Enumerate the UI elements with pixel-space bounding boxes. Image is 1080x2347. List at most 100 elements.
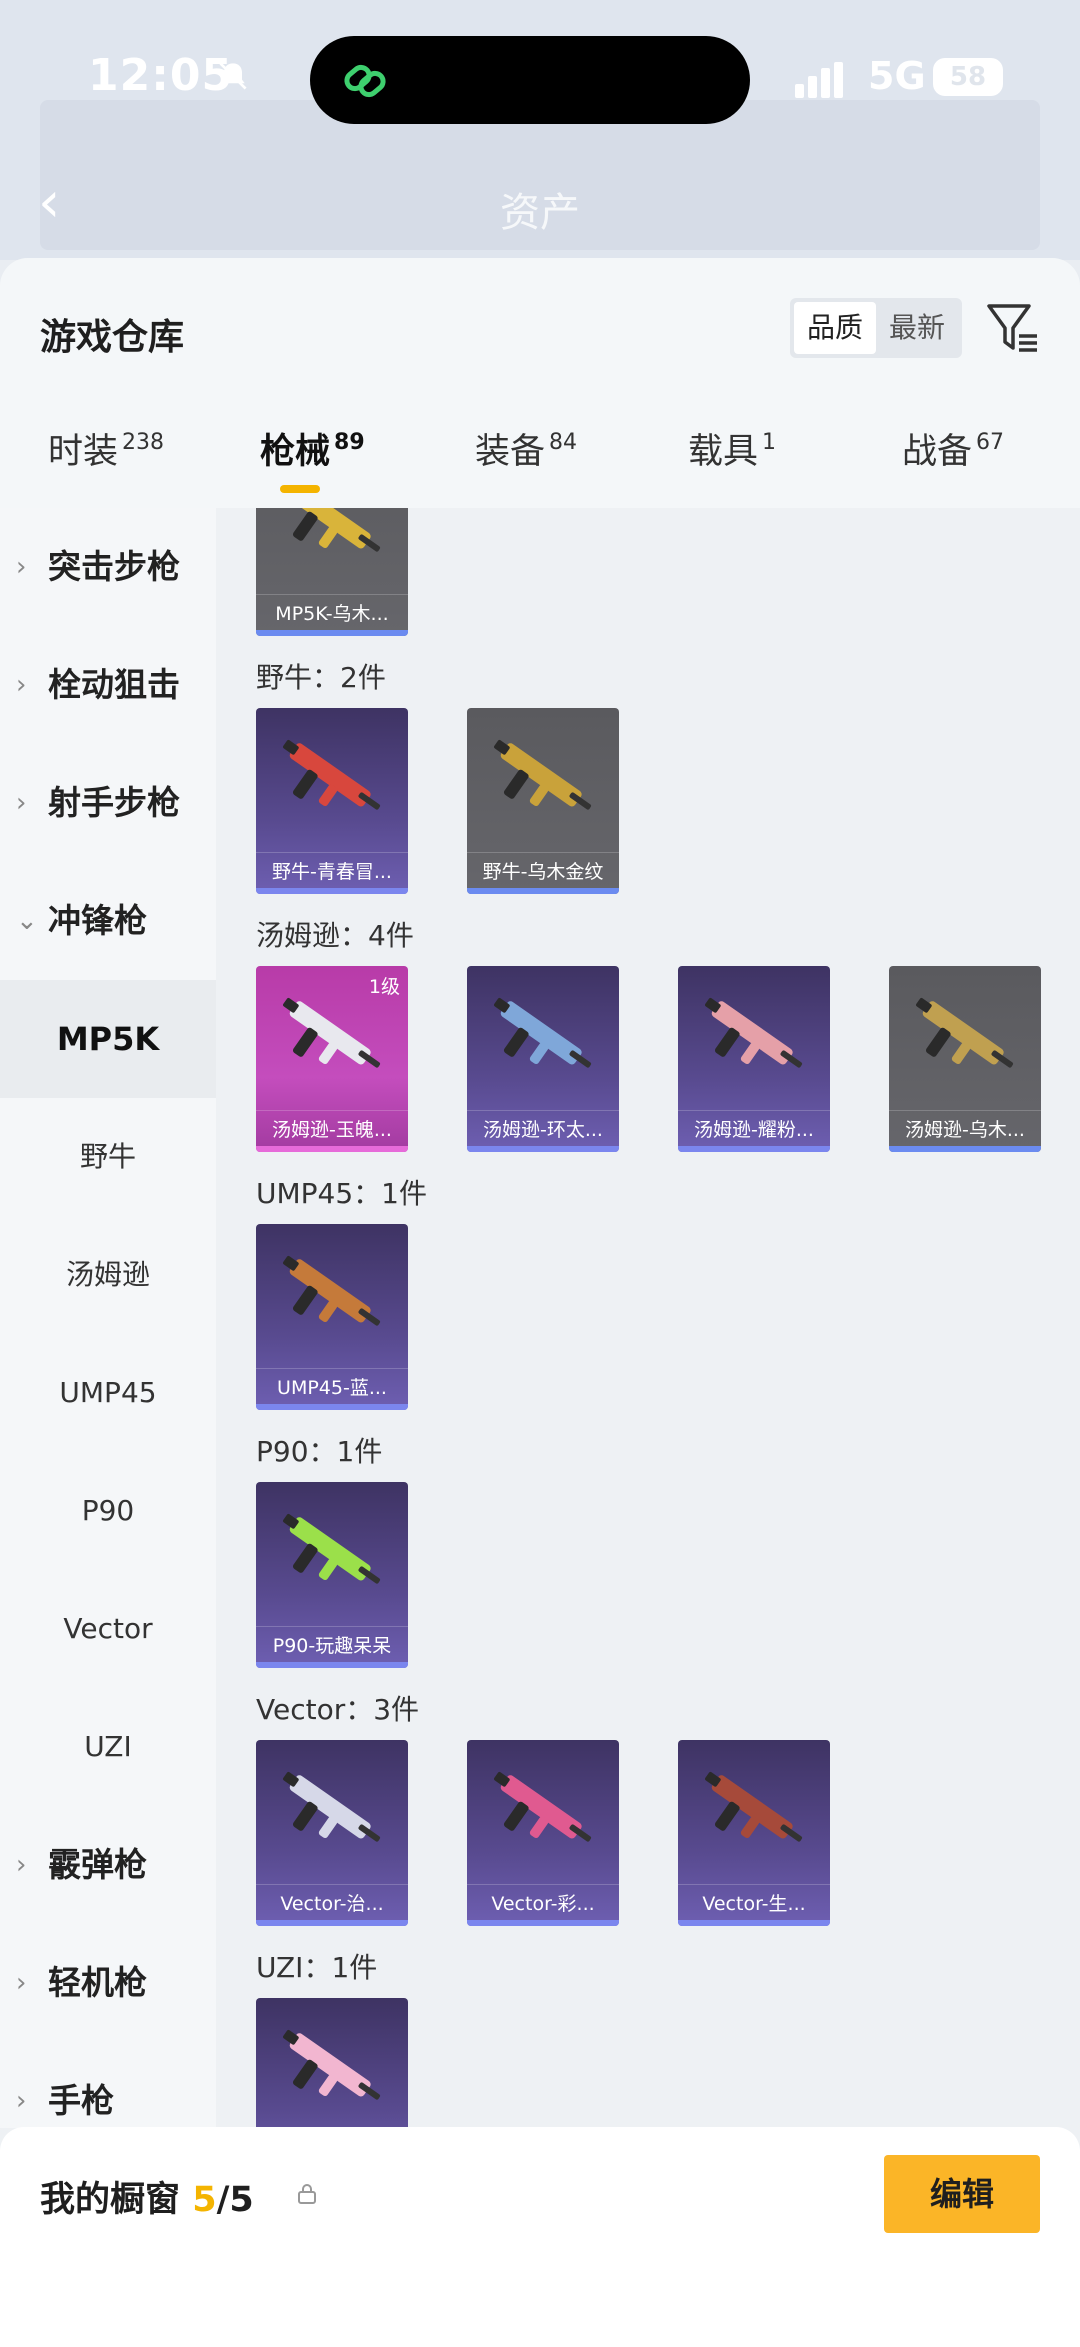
weapon-name: 汤姆逊-玉魄... — [256, 1110, 408, 1142]
page-title: 游戏仓库 — [40, 317, 185, 358]
group-title: Vector：3件 — [256, 1693, 420, 1726]
group-title: 野牛：2件 — [256, 661, 386, 694]
weapon-type-nav: › 突击步枪 › 栓动狙击 › 射手步枪 ⌄ 冲锋枪 MP5K 野牛 汤姆逊 UMP45… — [0, 508, 216, 2128]
chevron-right-icon: › — [16, 670, 27, 700]
nav-sub-vector[interactable]: Vector — [0, 1570, 216, 1688]
weapon-name: 汤姆逊-乌木... — [889, 1110, 1041, 1142]
rarity-bar — [889, 1146, 1041, 1152]
weapon-name: Vector-生... — [678, 1884, 830, 1916]
tab-vehicles[interactable]: 载具 1 — [688, 423, 776, 474]
nav-sub-ump45[interactable]: UMP45 — [0, 1334, 216, 1452]
weapon-card[interactable]: 1级汤姆逊-玉魄... — [256, 966, 408, 1152]
weapon-name: 野牛-青春冒... — [256, 852, 408, 884]
rarity-bar — [678, 1920, 830, 1926]
weapon-card[interactable]: 野牛-青春冒... — [256, 708, 408, 894]
nav-marksman-rifle[interactable]: › 射手步枪 — [0, 744, 216, 862]
rarity-bar — [467, 1146, 619, 1152]
sheet-header: 游戏仓库 品质 最新 时装 238 枪械 89 装备 84 载具 1 战备 67 — [0, 258, 1080, 508]
rarity-bar — [256, 1404, 408, 1410]
rarity-bar — [467, 1920, 619, 1926]
filter-icon[interactable] — [985, 300, 1041, 356]
weapon-card[interactable]: Vector-生... — [678, 1740, 830, 1926]
tab-equipment[interactable]: 装备 84 — [475, 423, 577, 474]
weapon-name: Vector-彩... — [467, 1884, 619, 1916]
active-tab-indicator — [280, 485, 320, 493]
weapon-card[interactable]: 汤姆逊-环太... — [467, 966, 619, 1152]
tab-gear[interactable]: 战备 67 — [902, 423, 1004, 474]
network-type: 5G — [868, 54, 926, 98]
rarity-bar — [467, 888, 619, 894]
rarity-bar — [256, 630, 408, 636]
nav-sub-mp5k[interactable]: MP5K — [0, 980, 216, 1098]
rarity-bar — [678, 1146, 830, 1152]
nav-bolt-sniper[interactable]: › 栓动狙击 — [0, 626, 216, 744]
nav-lmg[interactable]: › 轻机枪 — [0, 1924, 216, 2042]
nav-sub-bison[interactable]: 野牛 — [0, 1098, 216, 1216]
weapon-card[interactable]: MP5K-乌木... — [256, 508, 408, 636]
weapon-icon — [283, 739, 381, 810]
weapon-icon — [289, 508, 381, 552]
nav-shotgun[interactable]: › 霰弹枪 — [0, 1806, 216, 1924]
status-bar: 12:05 5G 58 — [0, 0, 1080, 150]
group-title: 汤姆逊：4件 — [256, 919, 414, 952]
rarity-bar — [256, 1146, 408, 1152]
rarity-bar — [256, 888, 408, 894]
chevron-right-icon: › — [16, 1968, 27, 1998]
lock-icon — [298, 2184, 316, 2204]
battery-indicator: 58 — [933, 58, 1003, 96]
weapon-card[interactable]: 汤姆逊-耀粉... — [678, 966, 830, 1152]
group-title: UMP45：1件 — [256, 1177, 427, 1210]
showcase-total: /5 — [216, 2180, 254, 2220]
nav-sub-thompson[interactable]: 汤姆逊 — [0, 1216, 216, 1334]
weapon-card[interactable]: Vector-治... — [256, 1740, 408, 1926]
weapon-icon — [283, 2029, 381, 2100]
link-icon — [344, 64, 386, 98]
group-title: P90：1件 — [256, 1435, 383, 1468]
weapon-name: UMP45-蓝... — [256, 1368, 408, 1400]
level-badge: 1级 — [368, 976, 400, 998]
weapon-icon — [705, 1771, 803, 1842]
weapon-name: MP5K-乌木... — [256, 594, 408, 626]
weapon-name: 汤姆逊-耀粉... — [678, 1110, 830, 1142]
nav-assault-rifle[interactable]: › 突击步枪 — [0, 508, 216, 626]
weapon-icon — [494, 997, 592, 1068]
signal-icon — [795, 62, 847, 98]
tab-fashion[interactable]: 时装 238 — [48, 423, 164, 474]
category-tabs: 时装 238 枪械 89 装备 84 载具 1 战备 67 — [0, 423, 1080, 508]
sort-newest-button[interactable]: 最新 — [876, 302, 958, 354]
weapon-card[interactable]: UMP45-蓝... — [256, 1224, 408, 1410]
weapon-card[interactable]: Vector-彩... — [467, 1740, 619, 1926]
nav-sub-uzi[interactable]: UZI — [0, 1688, 216, 1806]
weapon-icon — [494, 739, 592, 810]
edit-button[interactable]: 编辑 — [884, 2155, 1040, 2233]
weapon-card[interactable]: 野牛-乌木金纹 — [467, 708, 619, 894]
chevron-down-icon: ⌄ — [16, 906, 38, 936]
weapon-icon — [705, 997, 803, 1068]
weapon-name: 野牛-乌木金纹 — [467, 852, 619, 884]
weapon-icon — [283, 1513, 381, 1584]
sort-toggle: 品质 最新 — [790, 298, 962, 358]
rarity-bar — [256, 1920, 408, 1926]
weapon-name: 汤姆逊-环太... — [467, 1110, 619, 1142]
sort-quality-button[interactable]: 品质 — [794, 302, 876, 354]
nav-smg[interactable]: ⌄ 冲锋枪 — [0, 862, 216, 980]
showcase-label: 我的橱窗 5/5 — [40, 2180, 254, 2220]
mute-bell-icon — [215, 58, 251, 94]
chevron-right-icon: › — [16, 552, 27, 582]
weapon-card[interactable]: P90-玩趣呆呆 — [256, 1482, 408, 1668]
chevron-right-icon: › — [16, 2086, 27, 2116]
weapon-name: P90-玩趣呆呆 — [256, 1626, 408, 1658]
weapon-grid: MP5K-乌木... 野牛：2件野牛-青春冒... 野牛-乌木金纹汤姆逊：4件 1级汤… — [216, 508, 1080, 2128]
tab-guns[interactable]: 枪械 89 — [260, 423, 365, 474]
weapon-card[interactable] — [256, 1998, 408, 2128]
weapon-card[interactable]: 汤姆逊-乌木... — [889, 966, 1041, 1152]
back-arrow-icon[interactable]: ‹ — [38, 175, 60, 231]
nav-sub-p90[interactable]: P90 — [0, 1452, 216, 1570]
status-time: 12:05 — [88, 50, 234, 101]
warehouse-sheet: 游戏仓库 品质 最新 时装 238 枪械 89 装备 84 载具 1 战备 67 › 突击步… — [0, 258, 1080, 2347]
asset-label: 资产 — [500, 190, 580, 236]
weapon-icon — [283, 997, 381, 1068]
weapon-name: Vector-治... — [256, 1884, 408, 1916]
showcase-count: 5 — [192, 2180, 217, 2220]
chevron-right-icon: › — [16, 788, 27, 818]
